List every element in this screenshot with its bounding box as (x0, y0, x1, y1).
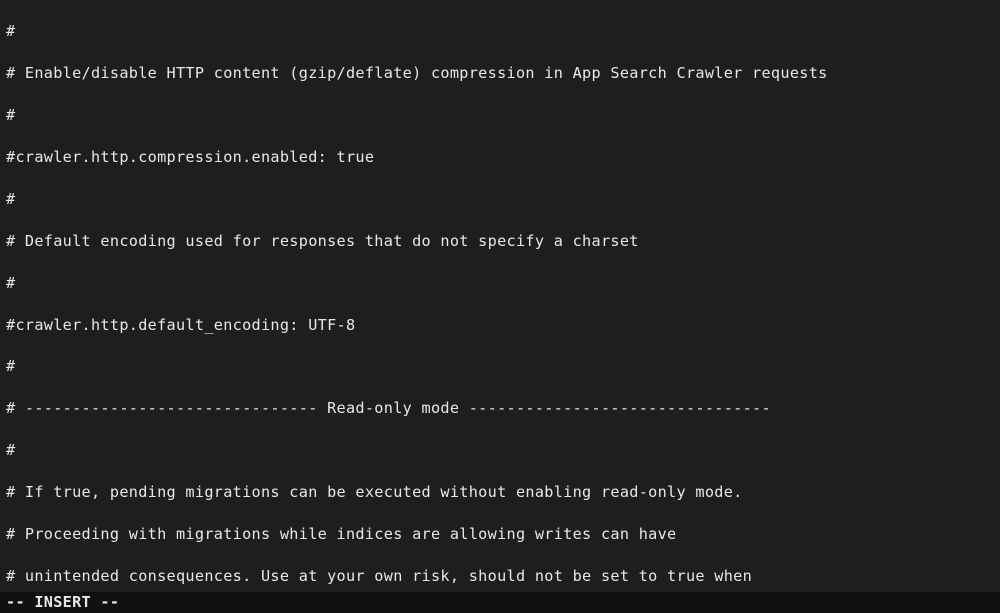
config-line: #crawler.http.compression.enabled: true (6, 147, 994, 168)
editor-content[interactable]: # # Enable/disable HTTP content (gzip/de… (0, 0, 1000, 592)
config-line: # unintended consequences. Use at your o… (6, 566, 994, 587)
config-line: # (6, 105, 994, 126)
terminal-editor[interactable]: # # Enable/disable HTTP content (gzip/de… (0, 0, 1000, 613)
vim-status-bar: -- INSERT -- (0, 592, 1000, 613)
config-line: # ------------------------------- Read-o… (6, 398, 994, 419)
config-line: # Default encoding used for responses th… (6, 231, 994, 252)
config-line: # (6, 440, 994, 461)
config-line: # Proceeding with migrations while indic… (6, 524, 994, 545)
config-line: #crawler.http.default_encoding: UTF-8 (6, 315, 994, 336)
config-line: # (6, 356, 994, 377)
config-line: # Enable/disable HTTP content (gzip/defl… (6, 63, 994, 84)
vim-mode-indicator: -- INSERT -- (6, 593, 119, 611)
config-line: # (6, 21, 994, 42)
config-line: # If true, pending migrations can be exe… (6, 482, 994, 503)
config-line: # (6, 189, 994, 210)
config-line: # (6, 273, 994, 294)
